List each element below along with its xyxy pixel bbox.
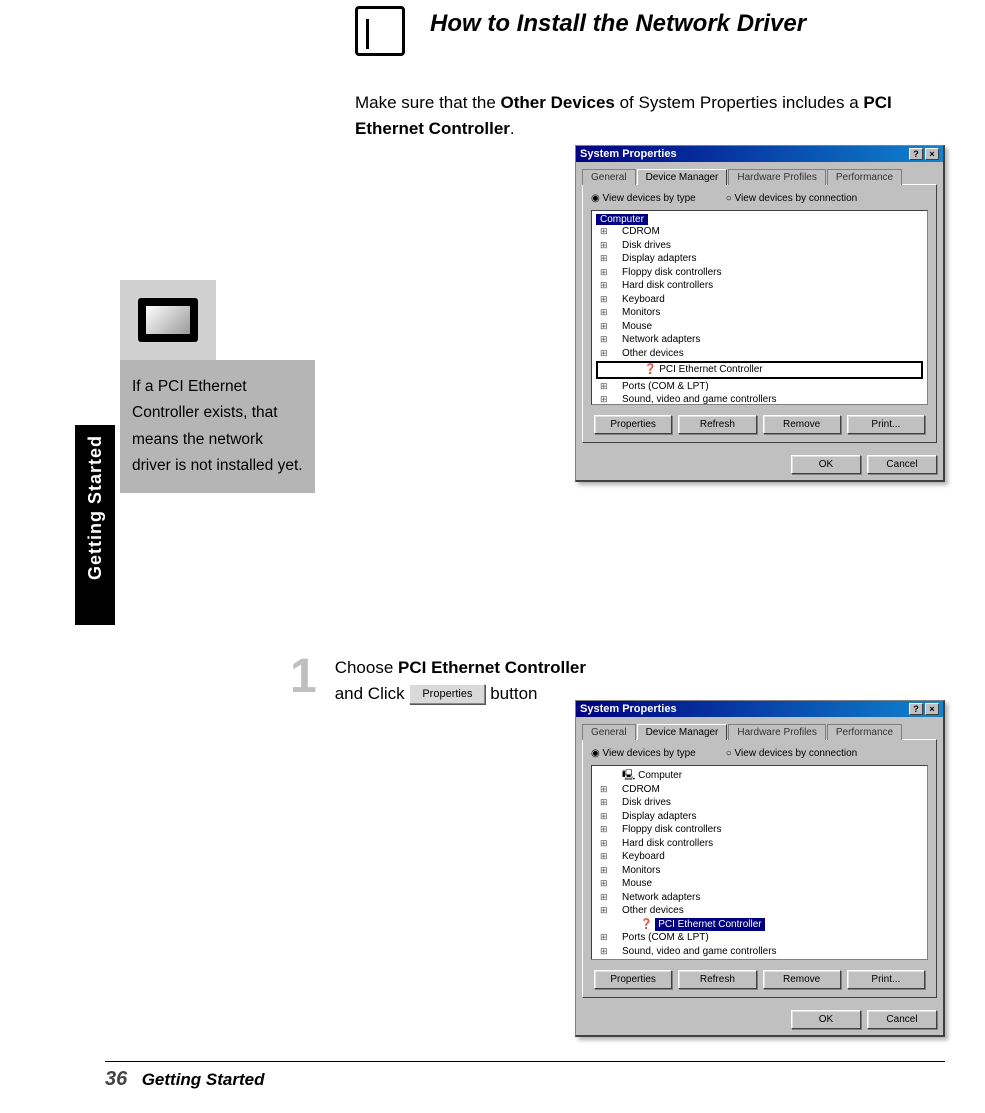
ok-button[interactable]: OK xyxy=(791,1010,861,1029)
remove-button[interactable]: Remove xyxy=(763,970,841,989)
tree-item[interactable]: CDROM xyxy=(596,783,923,797)
step-1: 1 Choose PCI Ethernet Controller and Cli… xyxy=(290,655,586,706)
remove-button[interactable]: Remove xyxy=(763,415,841,434)
radio-by-connection[interactable]: ○ View devices by connection xyxy=(726,748,858,759)
properties-button[interactable]: Properties xyxy=(594,415,672,434)
radio-by-type[interactable]: ◉ View devices by type xyxy=(591,748,696,759)
tree-item[interactable]: Network adapters xyxy=(596,891,923,905)
footer-title: Getting Started xyxy=(142,1070,265,1089)
tree-item[interactable]: Disk drives xyxy=(596,796,923,810)
tree-item[interactable]: Network adapters xyxy=(596,333,923,347)
tree-item[interactable]: Floppy disk controllers xyxy=(596,266,923,280)
window-title: System Properties xyxy=(580,148,677,160)
device-tree[interactable]: 🖳 Computer CDROM Disk drives Display ada… xyxy=(591,765,928,960)
tree-root[interactable]: Computer xyxy=(596,214,648,225)
tree-item[interactable]: Mouse xyxy=(596,320,923,334)
cancel-button[interactable]: Cancel xyxy=(867,1010,937,1029)
tree-item[interactable]: Display adapters xyxy=(596,810,923,824)
tree-item[interactable]: Hard disk controllers xyxy=(596,279,923,293)
tree-item[interactable]: System devices xyxy=(596,958,923,960)
help-button[interactable]: ? xyxy=(909,148,923,160)
tab-device-manager[interactable]: Device Manager xyxy=(637,724,728,740)
tree-item[interactable]: Floppy disk controllers xyxy=(596,823,923,837)
tree-item[interactable]: Disk drives xyxy=(596,239,923,253)
refresh-button[interactable]: Refresh xyxy=(678,970,756,989)
tab-performance[interactable]: Performance xyxy=(827,724,902,740)
network-neighborhood-icon xyxy=(120,280,216,360)
highlighted-row: ❓ PCI Ethernet Controller xyxy=(596,361,923,379)
tree-item[interactable]: Hard disk controllers xyxy=(596,837,923,851)
close-button[interactable]: × xyxy=(925,148,939,160)
ok-button[interactable]: OK xyxy=(791,455,861,474)
section-header-icon xyxy=(355,6,405,56)
device-tree[interactable]: Computer CDROM Disk drives Display adapt… xyxy=(591,210,928,405)
radio-by-connection[interactable]: ○ View devices by connection xyxy=(726,193,858,204)
print-button[interactable]: Print... xyxy=(847,415,925,434)
cancel-button[interactable]: Cancel xyxy=(867,455,937,474)
system-properties-window-1: System Properties ? × General Device Man… xyxy=(575,145,945,482)
tree-item-pci-ethernet-selected[interactable]: ❓ PCI Ethernet Controller xyxy=(596,918,923,932)
intro-paragraph: Make sure that the Other Devices of Syst… xyxy=(355,90,945,141)
tab-hardware-profiles[interactable]: Hardware Profiles xyxy=(728,169,825,185)
tab-hardware-profiles[interactable]: Hardware Profiles xyxy=(728,724,825,740)
window-title: System Properties xyxy=(580,703,677,715)
margin-note-text: If a PCI Ethernet Controller exists, tha… xyxy=(120,360,315,493)
tree-item[interactable]: Sound, video and game controllers xyxy=(596,393,923,405)
help-button[interactable]: ? xyxy=(909,703,923,715)
page-number: 36 xyxy=(105,1068,127,1090)
tree-item[interactable]: Display adapters xyxy=(596,252,923,266)
tree-item[interactable]: Sound, video and game controllers xyxy=(596,945,923,959)
section-side-tab: Getting Started xyxy=(75,425,115,625)
margin-note: If a PCI Ethernet Controller exists, tha… xyxy=(120,280,315,493)
section-side-label: Getting Started xyxy=(85,435,106,580)
inline-properties-button[interactable]: Properties xyxy=(409,684,485,705)
tab-device-manager[interactable]: Device Manager xyxy=(637,169,728,185)
refresh-button[interactable]: Refresh xyxy=(678,415,756,434)
page-footer: 36 Getting Started xyxy=(105,1061,945,1091)
tree-item[interactable]: Mouse xyxy=(596,877,923,891)
tree-item[interactable]: Monitors xyxy=(596,306,923,320)
tab-performance[interactable]: Performance xyxy=(827,169,902,185)
tree-root[interactable]: 🖳 Computer xyxy=(596,769,923,783)
system-properties-window-2: System Properties ? × General Device Man… xyxy=(575,700,945,1037)
properties-button[interactable]: Properties xyxy=(594,970,672,989)
tree-item[interactable]: Keyboard xyxy=(596,293,923,307)
tab-general[interactable]: General xyxy=(582,724,636,740)
tree-item-pci-ethernet[interactable]: ❓ PCI Ethernet Controller xyxy=(600,363,919,377)
tree-item[interactable]: Ports (COM & LPT) xyxy=(596,380,923,394)
close-button[interactable]: × xyxy=(925,703,939,715)
tree-item-other-devices[interactable]: Other devices xyxy=(596,347,923,361)
radio-by-type[interactable]: ◉ View devices by type xyxy=(591,193,696,204)
print-button[interactable]: Print... xyxy=(847,970,925,989)
tree-item[interactable]: Monitors xyxy=(596,864,923,878)
tree-item[interactable]: CDROM xyxy=(596,225,923,239)
tree-item[interactable]: Ports (COM & LPT) xyxy=(596,931,923,945)
step-number: 1 xyxy=(290,655,317,698)
tree-item[interactable]: Keyboard xyxy=(596,850,923,864)
tab-general[interactable]: General xyxy=(582,169,636,185)
tree-item-other-devices[interactable]: Other devices xyxy=(596,904,923,918)
section-title: How to Install the Network Driver xyxy=(430,10,806,38)
